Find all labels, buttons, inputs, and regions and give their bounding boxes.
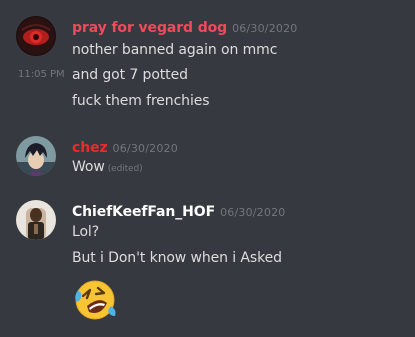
chat-messages: pray for vegard dog 06/30/2020 nother ban… bbox=[0, 0, 415, 337]
rolling-on-floor-laughing-emoji[interactable] bbox=[71, 276, 119, 324]
message-text: Lol? bbox=[72, 224, 100, 240]
message-text: nother banned again on mmc bbox=[72, 42, 278, 58]
username[interactable]: pray for vegard dog bbox=[72, 20, 227, 36]
timestamp[interactable]: 06/30/2020 bbox=[220, 206, 285, 219]
avatar-chiefkeeffan-hof[interactable] bbox=[16, 200, 56, 240]
hover-timestamp[interactable]: 11:05 PM bbox=[18, 65, 65, 85]
avatar-image bbox=[16, 16, 56, 56]
message-text: But i Don't know when i Asked bbox=[72, 250, 282, 266]
username[interactable]: chez bbox=[72, 140, 108, 156]
message-header: ChiefKeefFan_HOF 06/30/2020 bbox=[72, 201, 285, 223]
message-text: Wow (edited) bbox=[72, 157, 143, 179]
avatar-chez[interactable] bbox=[16, 136, 56, 176]
edited-label: (edited) bbox=[107, 164, 143, 174]
timestamp[interactable]: 06/30/2020 bbox=[113, 142, 178, 155]
username[interactable]: ChiefKeefFan_HOF bbox=[72, 204, 215, 220]
message-header: chez 06/30/2020 bbox=[72, 137, 178, 159]
message-content: Wow bbox=[72, 159, 105, 175]
message-text: and got 7 potted bbox=[72, 67, 188, 83]
message-header: pray for vegard dog 06/30/2020 bbox=[72, 17, 298, 39]
avatar-image bbox=[16, 200, 56, 240]
message-text: fuck them frenchies bbox=[72, 93, 210, 109]
timestamp[interactable]: 06/30/2020 bbox=[232, 22, 297, 35]
avatar-image bbox=[16, 136, 56, 176]
avatar-pray-for-vegard-dog[interactable] bbox=[16, 16, 56, 56]
